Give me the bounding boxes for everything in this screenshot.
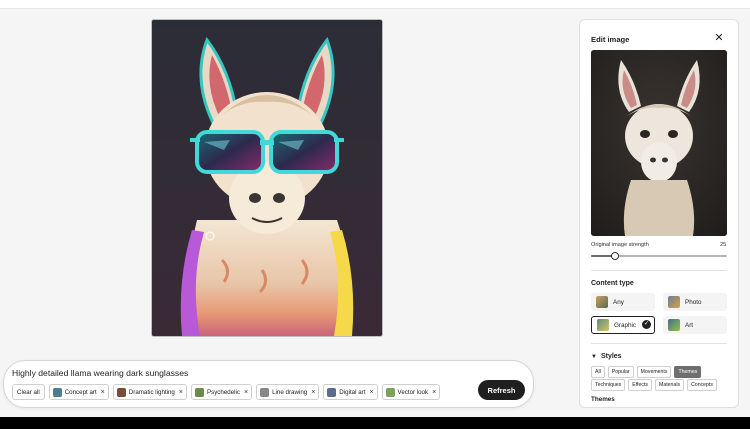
remove-chip-icon[interactable]: × (369, 389, 373, 396)
concept-art-thumbnail (52, 387, 62, 397)
panel-title: Edit image (591, 35, 630, 44)
content-type-label: Any (613, 298, 624, 306)
chip-label: Psychedelic (206, 388, 241, 396)
photo-thumbnail (668, 296, 680, 308)
chip-line-drawing[interactable]: Line drawing × (256, 384, 320, 400)
chip-label: Concept art (64, 388, 97, 396)
slider-handle[interactable] (611, 252, 619, 260)
content-type-graphic[interactable]: Graphic ✓ (591, 316, 655, 334)
remove-chip-icon[interactable]: × (101, 389, 105, 396)
chip-concept-art[interactable]: Concept art × (48, 384, 109, 400)
divider (591, 343, 727, 344)
llama-photo (591, 50, 727, 236)
graphic-thumbnail (597, 319, 609, 331)
tab-all[interactable]: All (591, 366, 605, 378)
line-drawing-thumbnail (260, 387, 270, 397)
vector-look-thumbnail (385, 387, 395, 397)
chip-label: Line drawing (272, 388, 308, 396)
chip-label: Digital art (339, 388, 366, 396)
content-type-art[interactable]: Art (663, 316, 727, 334)
tab-effects[interactable]: Effects (628, 379, 653, 391)
generated-image[interactable] (151, 19, 383, 337)
chip-label: Dramatic lighting (128, 388, 175, 396)
remove-chip-icon[interactable]: × (432, 389, 436, 396)
edit-image-panel: Edit image ✕ Original image strength 25 … (579, 19, 739, 408)
content-type-photo[interactable]: Photo (663, 293, 727, 311)
content-type-label: Art (685, 321, 694, 329)
chip-psychedelic[interactable]: Psychedelic × (190, 384, 253, 400)
top-bar (0, 0, 750, 9)
styles-title: Styles (600, 353, 622, 360)
reference-image[interactable] (591, 50, 727, 236)
content-type-label: Photo (685, 298, 702, 306)
remove-chip-icon[interactable]: × (244, 389, 248, 396)
tab-concepts[interactable]: Concepts (687, 379, 717, 391)
style-tabs-row-1: All Popular Movements Themes (591, 366, 702, 378)
dramatic-lighting-thumbnail (116, 387, 126, 397)
styles-header[interactable]: ▼ Styles (591, 353, 622, 360)
remove-chip-icon[interactable]: × (311, 389, 315, 396)
prompt-input[interactable]: Highly detailed llama wearing dark sungl… (12, 368, 188, 378)
content-type-any[interactable]: Any (591, 293, 655, 311)
tab-themes[interactable]: Themes (674, 366, 702, 378)
chip-digital-art[interactable]: Digital art × (323, 384, 378, 400)
refresh-button[interactable]: Refresh (478, 380, 525, 400)
divider (591, 270, 727, 271)
chip-label: Vector look (397, 388, 429, 396)
strength-label: Original image strength (591, 242, 649, 248)
tab-materials[interactable]: Materials (655, 379, 685, 391)
any-thumbnail (596, 296, 608, 308)
prompt-bar: Highly detailed llama wearing dark sungl… (3, 360, 534, 408)
digital-art-thumbnail (327, 387, 337, 397)
strength-value: 25 (720, 242, 727, 248)
close-icon[interactable]: ✕ (713, 32, 725, 44)
bottom-bar (0, 417, 750, 429)
llama-graphic (152, 20, 382, 336)
chip-vector-look[interactable]: Vector look × (381, 384, 441, 400)
remove-chip-icon[interactable]: × (179, 389, 183, 396)
tab-movements[interactable]: Movements (636, 366, 672, 378)
style-tabs-row-2: Techniques Effects Materials Concepts (591, 379, 717, 391)
chip-dramatic-lighting[interactable]: Dramatic lighting × (112, 384, 187, 400)
themes-section-label: Themes (591, 396, 615, 403)
style-chip-row: Clear all Concept art × Dramatic lightin… (12, 384, 441, 400)
chevron-down-icon: ▼ (591, 353, 597, 360)
strength-slider[interactable] (591, 252, 727, 260)
clear-all-button[interactable]: Clear all (12, 384, 45, 400)
content-type-title: Content type (591, 280, 634, 287)
content-type-label: Graphic (614, 321, 637, 329)
tab-techniques[interactable]: Techniques (591, 379, 626, 391)
art-thumbnail (668, 319, 680, 331)
tab-popular[interactable]: Popular (607, 366, 634, 378)
psychedelic-thumbnail (194, 387, 204, 397)
checkmark-icon: ✓ (642, 320, 651, 329)
